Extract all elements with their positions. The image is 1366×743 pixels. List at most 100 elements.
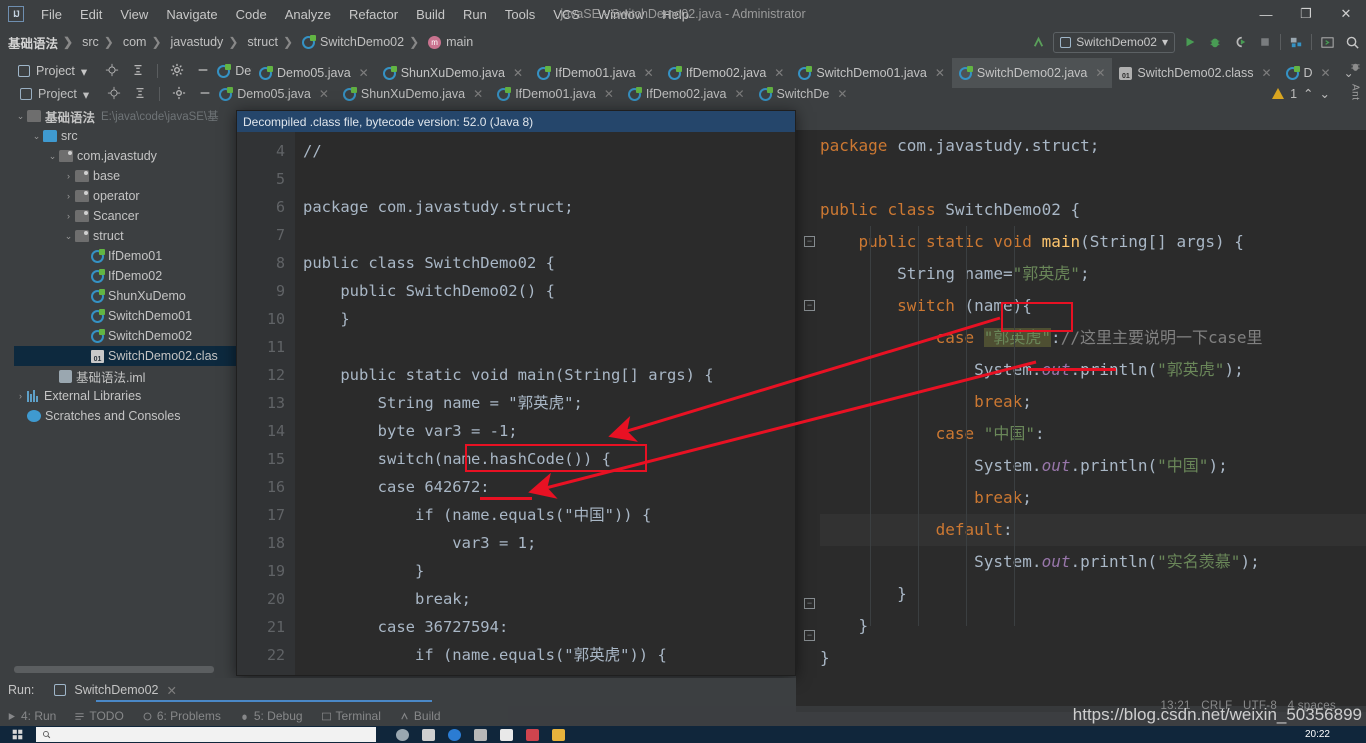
close-icon[interactable]: ✕ (644, 66, 654, 80)
bottom-item-run[interactable]: 4: Run (6, 709, 56, 723)
update-icon[interactable] (1028, 32, 1048, 52)
breadcrumb-item-method[interactable]: m main (426, 35, 475, 49)
tree-item-base[interactable]: › base (14, 166, 236, 186)
chevron-down-icon[interactable]: ▾ (83, 87, 89, 102)
tree-item-operator[interactable]: › operator (14, 186, 236, 206)
breadcrumb-item-project[interactable]: 基础语法 ❯ (6, 33, 80, 52)
decompiled-class-window[interactable]: Decompiled .class file, bytecode version… (236, 110, 796, 676)
close-icon[interactable]: ✕ (513, 66, 523, 80)
chevron-right-icon[interactable]: › (62, 211, 75, 221)
menu-file[interactable]: File (32, 4, 71, 25)
close-icon[interactable]: ✕ (837, 87, 847, 101)
tree-item-switchdemo01[interactable]: SwitchDemo01 (14, 306, 236, 326)
breadcrumb-item-class[interactable]: SwitchDemo02 ❯ (300, 34, 426, 49)
menu-build[interactable]: Build (407, 4, 454, 25)
close-icon[interactable]: ✕ (473, 87, 483, 101)
tree-item-scancer[interactable]: › Scancer (14, 206, 236, 226)
hide-tool-window-icon[interactable] (196, 63, 210, 80)
project-tree[interactable]: ⌄ 基础语法 E:\java\code\javaSE\基 ⌄ src ⌄ com.javas… (14, 106, 236, 676)
stop-icon[interactable] (1255, 32, 1275, 52)
decompiled-code-text[interactable]: // package com.javastudy.struct; public cl… (295, 132, 795, 675)
tab-overflow-chevron-icon[interactable]: ⌄ (1338, 66, 1360, 80)
menu-edit[interactable]: Edit (71, 4, 111, 25)
decompiled-editor-body[interactable]: 4 5 6 7 8 9 10 11 12 13 14 15 16 17 18 19 20 21 22 // packa… (237, 132, 795, 675)
breadcrumb-item-javastudy[interactable]: javastudy ❯ (169, 35, 246, 49)
close-icon[interactable]: ✕ (734, 87, 744, 101)
bottom-item-build[interactable]: Build (399, 709, 441, 723)
media-icon[interactable] (526, 728, 539, 741)
run-configuration-selector[interactable]: SwitchDemo02 ▾ (1053, 31, 1175, 53)
project-tool-window-title-dup[interactable]: Project ▾ (16, 87, 89, 102)
code-fold-icon[interactable]: − (804, 236, 815, 247)
editor-tab-switchdemo02-class[interactable]: 01 SwitchDemo02.class ✕ (1112, 58, 1278, 88)
tree-item-external-libraries[interactable]: › External Libraries (14, 386, 236, 406)
edge-icon[interactable] (448, 728, 461, 741)
menu-view[interactable]: View (111, 4, 157, 25)
run-icon[interactable] (1180, 32, 1200, 52)
breadcrumb-item-struct[interactable]: struct ❯ (245, 35, 300, 49)
run-tab-label[interactable]: SwitchDemo02 (74, 683, 158, 697)
inspection-widget[interactable]: 1 ⌃ ⌄ (1272, 86, 1330, 101)
explorer-icon[interactable] (500, 728, 513, 741)
tree-item-ifdemo02[interactable]: IfDemo02 (14, 266, 236, 286)
chevron-down-icon[interactable]: ⌄ (62, 231, 75, 242)
chevron-down-icon[interactable]: ▾ (81, 64, 87, 79)
store-icon[interactable] (474, 728, 487, 741)
tree-item------iml[interactable]: 基础语法.iml (14, 366, 236, 386)
minimize-button[interactable]: — (1246, 0, 1286, 28)
breadcrumb-item-src[interactable]: src ❯ (80, 35, 121, 49)
close-icon[interactable]: ✕ (166, 683, 176, 698)
chevron-right-icon[interactable]: › (14, 391, 27, 401)
maximize-button[interactable]: ❐ (1286, 0, 1326, 28)
source-code-text[interactable]: package com.javastudy.struct; public clas… (820, 130, 1366, 712)
tree-item-scratches-and-consoles[interactable]: Scratches and Consoles (14, 406, 236, 426)
menu-vcs[interactable]: VCS (544, 4, 589, 25)
bottom-item-problems[interactable]: 6: Problems (142, 709, 221, 723)
tree-item-ifdemo01[interactable]: IfDemo01 (14, 246, 236, 266)
bottom-item-debug[interactable]: 5: Debug (239, 709, 303, 723)
breadcrumb-item-com[interactable]: com ❯ (121, 35, 169, 49)
collapse-all-icon[interactable] (133, 86, 147, 103)
hide-tool-window-icon[interactable] (198, 86, 212, 103)
editor-tab-demo05-java[interactable]: Demo05.java ✕ (252, 58, 376, 88)
editor-tab-ifdemo02-java[interactable]: IfDemo02.java ✕ (661, 58, 792, 88)
chevron-down-icon[interactable]: ⌄ (46, 151, 59, 162)
close-icon[interactable]: ✕ (319, 87, 329, 101)
next-problem-icon[interactable]: ⌄ (1320, 86, 1330, 101)
tree-item-src[interactable]: ⌄ src (14, 126, 236, 146)
menu-analyze[interactable]: Analyze (276, 4, 340, 25)
start-button[interactable] (0, 726, 34, 743)
code-fold-end-icon[interactable]: − (804, 630, 815, 641)
terminal-icon[interactable] (1317, 32, 1337, 52)
close-button[interactable]: ✕ (1326, 0, 1366, 28)
chevron-down-icon[interactable]: ⌄ (14, 111, 27, 122)
taskbar-search-input[interactable] (36, 727, 376, 742)
menu-tools[interactable]: Tools (496, 4, 544, 25)
cortana-icon[interactable] (396, 728, 409, 741)
task-view-icon[interactable] (422, 728, 435, 741)
tree-item-----[interactable]: ⌄ 基础语法 E:\java\code\javaSE\基 (14, 106, 236, 126)
close-icon[interactable]: ✕ (935, 66, 945, 80)
editor-tab-switchdemo01-java[interactable]: SwitchDemo01.java ✕ (791, 58, 952, 88)
editor-tab-shunxudemo-java[interactable]: ShunXuDemo.java ✕ (376, 58, 530, 88)
collapse-all-icon[interactable] (131, 63, 145, 80)
source-editor[interactable]: − − − − package com.javastudy.struct; pub… (796, 130, 1366, 712)
project-structure-icon[interactable] (1286, 32, 1306, 52)
menu-refactor[interactable]: Refactor (340, 4, 407, 25)
code-fold-end-icon[interactable]: − (804, 598, 815, 609)
chevron-down-icon[interactable]: ⌄ (30, 131, 43, 142)
tree-item-switchdemo02[interactable]: SwitchDemo02 (14, 326, 236, 346)
locate-icon[interactable] (105, 63, 119, 80)
folder-icon[interactable] (552, 728, 565, 741)
project-tree-horizontal-scrollbar[interactable] (14, 666, 214, 673)
tree-item-com-javastudy[interactable]: ⌄ com.javastudy (14, 146, 236, 166)
ant-stripe-label[interactable]: Ant (1350, 84, 1361, 101)
tree-item-struct[interactable]: ⌄ struct (14, 226, 236, 246)
chevron-right-icon[interactable]: › (62, 191, 75, 201)
project-tool-window-title[interactable]: Project ▾ (14, 64, 87, 79)
editor-tab-ifdemo01-java[interactable]: IfDemo01.java ✕ (530, 58, 661, 88)
tree-item-switchdemo02-clas[interactable]: 01 SwitchDemo02.clas (14, 346, 236, 366)
close-icon[interactable]: ✕ (1095, 66, 1105, 80)
settings-gear-icon[interactable] (172, 86, 186, 103)
menu-navigate[interactable]: Navigate (157, 4, 226, 25)
